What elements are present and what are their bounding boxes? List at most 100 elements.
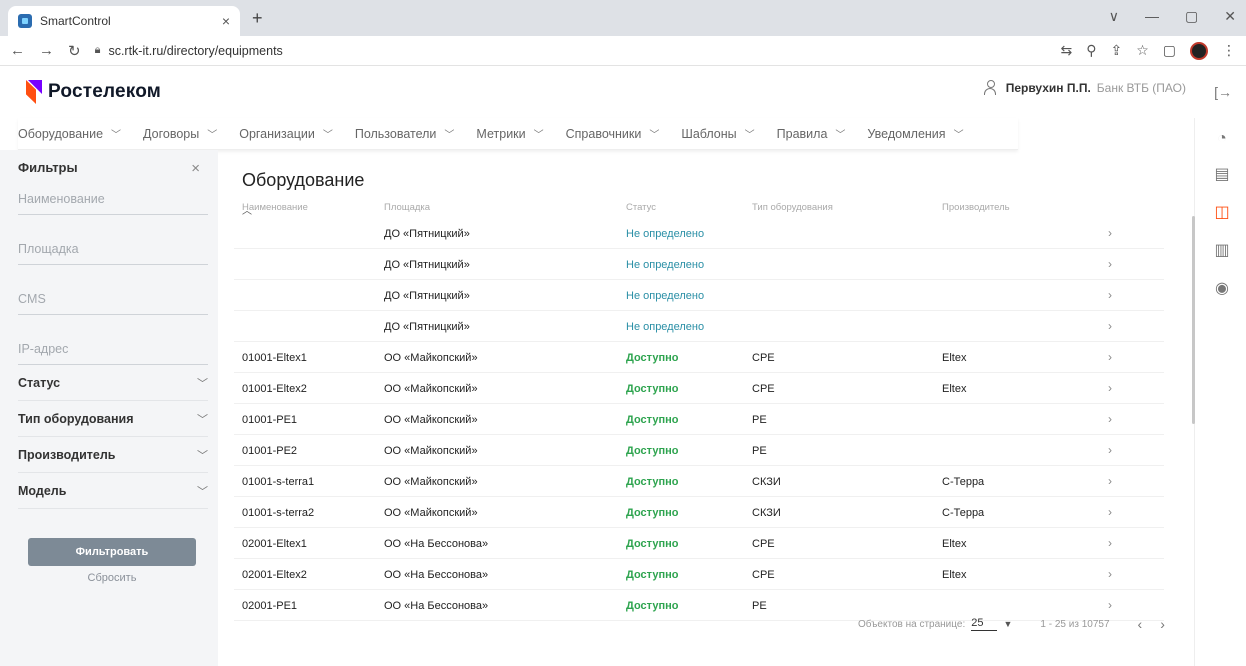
nav-item-rules[interactable]: Правила ﹀ [777,126,846,142]
table-row[interactable]: 01001-s-terra2 ОО «Майкопский» Доступно СКЗ… [234,497,1164,528]
chevron-right-icon[interactable]: › [1108,257,1112,271]
chevron-down-icon: ﹀ [744,130,755,141]
chevron-right-icon[interactable]: › [1108,350,1112,364]
user-menu[interactable]: Первухин П.П. Банк ВТБ (ПАО) [983,80,1186,96]
share-icon[interactable]: ⇪ [1110,42,1122,59]
sort-ascending-icon: ︿ [242,206,252,217]
filters-title: Фильтры [18,160,78,175]
close-window-icon[interactable]: ✕ [1224,8,1236,25]
menu-kebab-icon[interactable]: ⋮ [1222,42,1236,59]
filter-model-accordion[interactable]: Модель ﹀ [18,473,208,509]
cell-site: ОО «На Бессонова» [384,538,489,550]
cell-site: ОО «Майкопский» [384,352,478,364]
cell-type: CPE [752,569,775,581]
maximize-icon[interactable]: ▢ [1185,8,1198,25]
cell-site: ОО «На Бессонова» [384,569,489,581]
table-scrollbar[interactable] [1192,216,1195,424]
per-page-select[interactable]: 25 [971,617,998,631]
chevron-right-icon[interactable]: › [1108,505,1112,519]
side-panel-icon[interactable]: ▢ [1163,42,1176,59]
reload-icon[interactable]: ↻ [68,42,81,60]
chevron-right-icon[interactable]: › [1108,412,1112,426]
nav-item-metrics[interactable]: Метрики ﹀ [476,126,543,142]
chevron-right-icon[interactable]: › [1108,598,1112,612]
table-row[interactable]: 01001-Eltex2 ОО «Майкопский» Доступно CPE El… [234,373,1164,404]
chevron-down-icon: ﹀ [197,413,208,426]
column-site-header[interactable]: Площадка [384,202,430,213]
back-icon[interactable]: ← [10,42,25,59]
cell-status: Не определено [626,228,705,240]
cell-type: CPE [752,538,775,550]
chevron-down-icon: ﹀ [197,377,208,390]
dropdown-arrow-icon[interactable]: ▼ [1003,619,1012,629]
table-row[interactable]: 01001-PE2 ОО «Майкопский» Доступно PE › [234,435,1164,466]
cell-status: Не определено [626,259,705,271]
chevron-right-icon[interactable]: › [1108,319,1112,333]
filter-site-input[interactable]: Площадка [18,215,208,265]
filter-name-input[interactable]: Наименование [18,177,208,215]
bookmark-star-icon[interactable]: ☆ [1136,42,1149,59]
location-pin-icon[interactable]: ◉ [1213,280,1231,298]
logout-icon[interactable]: [→ [1214,84,1232,100]
chevron-right-icon[interactable]: › [1108,226,1112,240]
table-row[interactable]: 01001-s-terra1 ОО «Майкопский» Доступно СКЗ… [234,466,1164,497]
table-row[interactable]: ДО «Пятницкий» Не определено › [234,311,1164,342]
filter-ip-input[interactable]: IP-адрес [18,315,208,365]
chevron-right-icon[interactable]: › [1108,443,1112,457]
prev-page-icon[interactable]: ‹ [1138,616,1143,632]
pagination: Объектов на странице: 25 ▼ 1 - 25 из 107… [858,616,1183,632]
chevron-right-icon[interactable]: › [1108,567,1112,581]
table-row[interactable]: 01001-PE1 ОО «Майкопский» Доступно PE › [234,404,1164,435]
cell-vendor: Eltex [942,383,967,395]
cell-name: 01001-PE1 [242,414,298,426]
filter-status-accordion[interactable]: Статус ﹀ [18,365,208,401]
nav-item-templates[interactable]: Шаблоны ﹀ [681,126,755,142]
table-row[interactable]: 02001-Eltex2 ОО «На Бессонова» Доступно CPE… [234,559,1164,590]
tab-close-icon[interactable]: × [222,13,230,29]
nav-item-organizations[interactable]: Организации ﹀ [239,126,333,142]
next-page-icon[interactable]: › [1160,616,1165,632]
table-row[interactable]: ДО «Пятницкий» Не определено › [234,280,1164,311]
equipment-table: ДО «Пятницкий» Не определено › ДО «Пятницки… [234,218,1164,621]
browser-tab[interactable]: SmartControl × [8,6,240,36]
chevron-right-icon[interactable]: › [1108,536,1112,550]
minimize-icon[interactable]: — [1145,8,1159,25]
filter-cms-input[interactable]: CMS [18,265,208,315]
filter-button[interactable]: Фильтровать [28,538,196,566]
table-row[interactable]: ДО «Пятницкий» Не определено › [234,249,1164,280]
table-row[interactable]: 02001-Eltex1 ОО «На Бессонова» Доступно CPE… [234,528,1164,559]
chevron-down-icon: ﹀ [207,130,218,141]
cell-name: 01001-PE2 [242,445,298,457]
chevron-right-icon[interactable]: › [1108,288,1112,302]
nav-item-equipment[interactable]: Оборудование ﹀ [18,126,121,142]
new-tab-button[interactable]: + [252,8,263,29]
table-row[interactable]: 01001-Eltex1 ОО «Майкопский» Доступно CPE El… [234,342,1164,373]
nav-item-notifications[interactable]: Уведомления ﹀ [867,126,963,142]
nav-item-directories[interactable]: Справочники ﹀ [566,126,660,142]
profile-avatar-icon[interactable] [1190,41,1208,60]
tab-search-icon[interactable]: ∨ [1109,8,1119,25]
forward-icon[interactable]: → [39,42,54,59]
report-icon[interactable]: ▥ [1213,242,1231,260]
pie-chart-icon[interactable]: ◔ [1213,130,1231,148]
filter-vendor-accordion[interactable]: Производитель ﹀ [18,437,208,473]
chevron-right-icon[interactable]: › [1108,381,1112,395]
close-filters-icon[interactable]: × [191,160,200,177]
column-type-header[interactable]: Тип оборудования [752,202,833,213]
column-status-header[interactable]: Статус [626,202,656,213]
reset-button[interactable]: Сбросить [28,572,196,584]
nav-item-users[interactable]: Пользователи ﹀ [355,126,455,142]
url-field[interactable]: 🔒︎ sc.rtk-it.ru/directory/equipments [95,44,283,58]
cell-site: ОО «Майкопский» [384,476,478,488]
column-vendor-header[interactable]: Производитель [942,202,1010,213]
table-row[interactable]: ДО «Пятницкий» Не определено › [234,218,1164,249]
book-icon[interactable]: ◫ [1213,204,1231,222]
nav-item-contracts[interactable]: Договоры ﹀ [143,126,218,142]
document-icon[interactable]: ▤ [1213,166,1231,184]
cell-status: Доступно [626,445,679,457]
translate-icon[interactable]: ⇆ [1060,42,1072,59]
filter-type-accordion[interactable]: Тип оборудования ﹀ [18,401,208,437]
zoom-icon[interactable]: ⚲ [1086,42,1096,59]
chevron-right-icon[interactable]: › [1108,474,1112,488]
cell-type: CPE [752,352,775,364]
